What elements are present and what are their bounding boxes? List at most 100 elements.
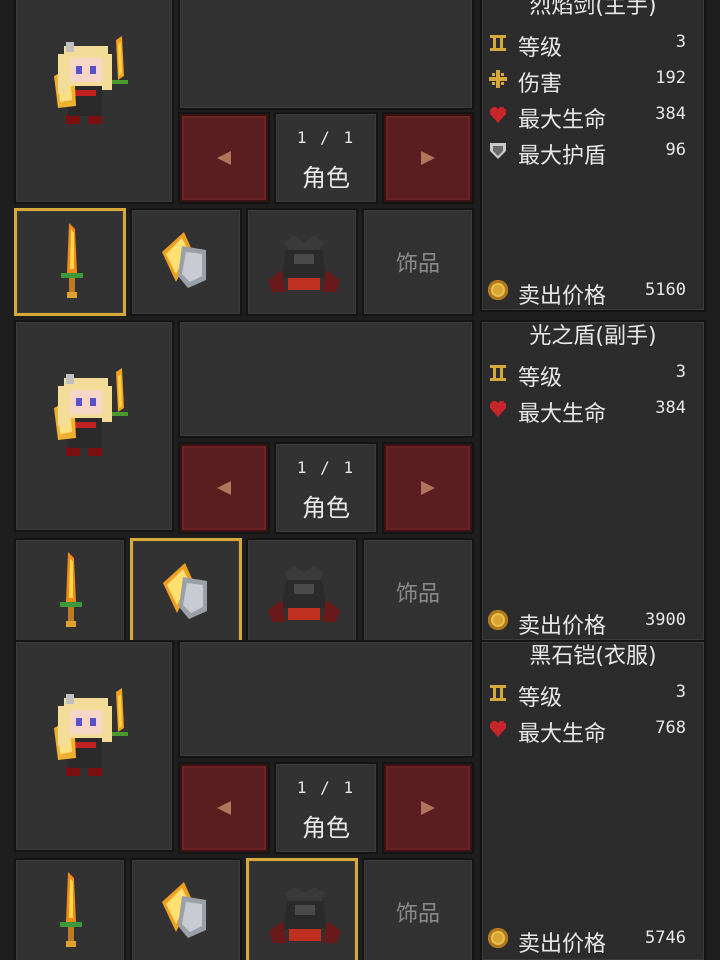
slot-main-hand[interactable]: [14, 538, 126, 640]
accessory-placeholder: 饰品: [395, 902, 440, 927]
next-page-button[interactable]: [382, 442, 474, 534]
coin-icon: [488, 928, 508, 948]
arrow-left-icon: [217, 481, 231, 495]
arrow-left-icon: [217, 151, 231, 165]
coin-icon: [488, 610, 508, 630]
slot-armor[interactable]: [246, 858, 358, 960]
pager-label: 角色: [302, 164, 350, 192]
stat-value: 3: [675, 682, 686, 702]
item-title: 光之盾(副手): [529, 324, 657, 349]
slot-accessory[interactable]: 饰品: [362, 208, 474, 316]
next-page-button[interactable]: [382, 762, 474, 854]
level-icon: [490, 685, 506, 701]
character-portrait: [14, 640, 174, 852]
next-page-button[interactable]: [382, 112, 474, 204]
slot-armor[interactable]: [246, 208, 358, 316]
slot-armor[interactable]: [246, 538, 358, 640]
page-count: 1 / 1: [296, 458, 356, 477]
stat-name: 等级: [518, 366, 563, 391]
stat-row-max-hp: 最大生命 384: [488, 100, 694, 133]
sell-value: 3900: [645, 610, 686, 630]
prev-page-button[interactable]: [178, 112, 270, 204]
stat-name: 伤害: [518, 72, 563, 97]
flame-sword-icon: [60, 552, 82, 627]
stat-row-level: 等级 3: [488, 358, 694, 391]
sell-price-row: 卖出价格 5160: [488, 276, 694, 309]
heart-icon: [490, 401, 506, 417]
hero-sprite-icon: [54, 36, 128, 124]
stat-name: 最大生命: [518, 722, 607, 747]
stat-name: 最大生命: [518, 108, 607, 133]
sell-price-row: 卖出价格 5746: [488, 924, 694, 957]
slot-accessory[interactable]: 饰品: [362, 858, 474, 960]
stat-name: 等级: [518, 36, 563, 61]
arrow-right-icon: [421, 801, 435, 815]
arrow-right-icon: [421, 481, 435, 495]
stat-row-max-shield: 最大护盾 96: [488, 136, 694, 169]
page-indicator: 1 / 1 角色: [274, 112, 378, 204]
page-count: 1 / 1: [296, 128, 356, 147]
heart-icon: [490, 107, 506, 123]
heart-icon: [490, 721, 506, 737]
item-stats-panel: 光之盾(副手) 等级 3 最大生命 384 卖出价格 3900: [480, 320, 706, 640]
shield-icon: [490, 143, 506, 159]
hero-sprite-icon: [54, 688, 128, 776]
page-count: 1 / 1: [296, 778, 356, 797]
accessory-placeholder: 饰品: [395, 582, 440, 607]
black-armor-icon: [269, 887, 341, 943]
slot-accessory[interactable]: 饰品: [362, 538, 474, 640]
slot-off-hand[interactable]: [130, 208, 242, 316]
black-armor-icon: [268, 236, 340, 292]
prev-page-button[interactable]: [178, 762, 270, 854]
hero-sprite-icon: [54, 368, 128, 456]
light-shield-icon: [163, 563, 207, 619]
level-icon: [490, 365, 506, 381]
stat-row-max-hp: 最大生命 768: [488, 714, 694, 747]
character-portrait: [14, 0, 174, 204]
item-title: 黑石铠(衣服): [529, 644, 657, 669]
item-stats-panel: 烈焰剑(主手) 等级 3 伤害 192 最大生命 384 最大护盾 96 卖出价…: [480, 0, 706, 312]
slot-main-hand[interactable]: [14, 208, 126, 316]
pager-label: 角色: [302, 494, 350, 522]
page-indicator: 1 / 1 角色: [274, 442, 378, 534]
stat-value: 3: [675, 32, 686, 52]
pager-label: 角色: [302, 814, 350, 842]
equipment-panel-main-hand: 1 / 1 角色 饰品 烈焰剑(主手) 等级 3 伤害 192 最大生命 384: [0, 0, 720, 320]
slot-off-hand[interactable]: [130, 858, 242, 960]
stat-value: 96: [665, 140, 686, 160]
item-stats-panel: 黑石铠(衣服) 等级 3 最大生命 768 卖出价格 5746: [480, 640, 706, 960]
character-view-area: [178, 640, 474, 758]
stat-value: 192: [655, 68, 686, 88]
level-icon: [490, 35, 506, 51]
sell-label: 卖出价格: [518, 614, 607, 639]
sell-value: 5160: [645, 280, 686, 300]
sell-value: 5746: [645, 928, 686, 948]
slot-main-hand[interactable]: [14, 858, 126, 960]
arrow-right-icon: [421, 151, 435, 165]
stat-row-damage: 伤害 192: [488, 64, 694, 97]
arrow-left-icon: [217, 801, 231, 815]
accessory-placeholder: 饰品: [395, 252, 440, 277]
prev-page-button[interactable]: [178, 442, 270, 534]
stat-name: 等级: [518, 686, 563, 711]
character-view-area: [178, 0, 474, 110]
light-shield-icon: [162, 882, 206, 938]
stat-value: 3: [675, 362, 686, 382]
page-indicator: 1 / 1 角色: [274, 762, 378, 854]
sell-label: 卖出价格: [518, 932, 607, 957]
black-armor-icon: [268, 566, 340, 622]
damage-icon: [489, 70, 507, 88]
sell-price-row: 卖出价格 3900: [488, 606, 694, 639]
light-shield-icon: [162, 232, 206, 288]
stat-row-max-hp: 最大生命 384: [488, 394, 694, 427]
sell-label: 卖出价格: [518, 284, 607, 309]
coin-icon: [488, 280, 508, 300]
flame-sword-icon: [60, 872, 82, 947]
flame-sword-icon: [61, 223, 83, 298]
character-view-area: [178, 320, 474, 438]
stat-value: 768: [655, 718, 686, 738]
equipment-panel-off-hand: 1 / 1 角色 饰品 光之盾(副手) 等级 3 最大生命 384 卖出价格 3…: [0, 320, 720, 640]
stat-value: 384: [655, 398, 686, 418]
slot-off-hand[interactable]: [130, 538, 242, 640]
character-portrait: [14, 320, 174, 532]
